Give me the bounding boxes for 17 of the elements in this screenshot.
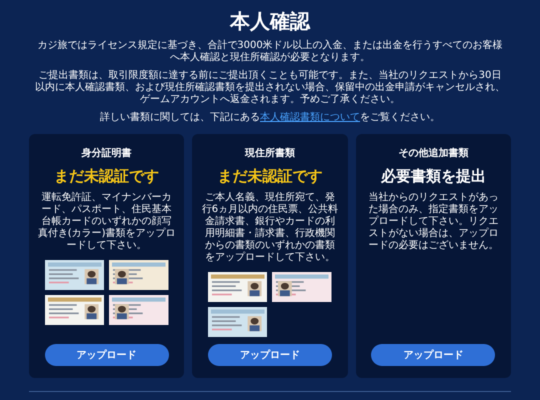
documents-link[interactable]: 本人確認書類について	[260, 112, 360, 123]
intro-paragraph: ご提出書類は、取引限度額に達する前にご提出頂くことも可能です。また、当社のリクエストから30日以内に本人確認書類、および現住所確認書類を提出されない場合、保留中の出金申請がキャンセルされ、ゲームアカウントへ返金されます。予めご了承ください。	[35, 70, 505, 106]
upload-button[interactable]: アップロード	[208, 344, 332, 366]
card-description: 運転免許証、マイナンバーカード、パスポート、住民基本台帳カードのいずれかの顔写真付き(カラー)書類をアップロードして下さい。	[37, 192, 176, 252]
upload-button[interactable]: アップロード	[44, 344, 169, 366]
page-title: 本人確認	[230, 8, 310, 35]
card-heading: 現住所書類	[244, 146, 295, 161]
card-description: ご本人名義、現住所宛て、発行6ヵ月以内の住民票、公共料金請求書、銀行やカードの利用明細書・請求書、行政機関からの書類のいずれかの書類をアップロードして下さい。	[200, 192, 340, 264]
card-heading: その他追加書類	[398, 146, 468, 161]
card-heading: 身分証明書	[82, 146, 132, 161]
verification-status: 必要書類を提出	[380, 166, 486, 187]
verification-status: まだ未認証です	[54, 166, 160, 187]
upload-button[interactable]: アップロード	[371, 344, 496, 366]
verification-status: まだ未認証です	[217, 166, 322, 187]
details-sentence: 詳しい書類に関しては、下記にある本人確認書類についてをご覧ください。	[100, 112, 440, 124]
intro-paragraph: カジ旅ではライセンス規定に基づき、合計で3000米ドル以上の入金、または出金を行うすべてのお客様へ本人確認と現住所確認が必要となります。	[36, 40, 504, 64]
card-description: 当社からのリクエストがあった場合のみ、指定書類をアップロードして下さい。リクエストがない場合は、アップロードの必要はございません。	[367, 192, 500, 252]
